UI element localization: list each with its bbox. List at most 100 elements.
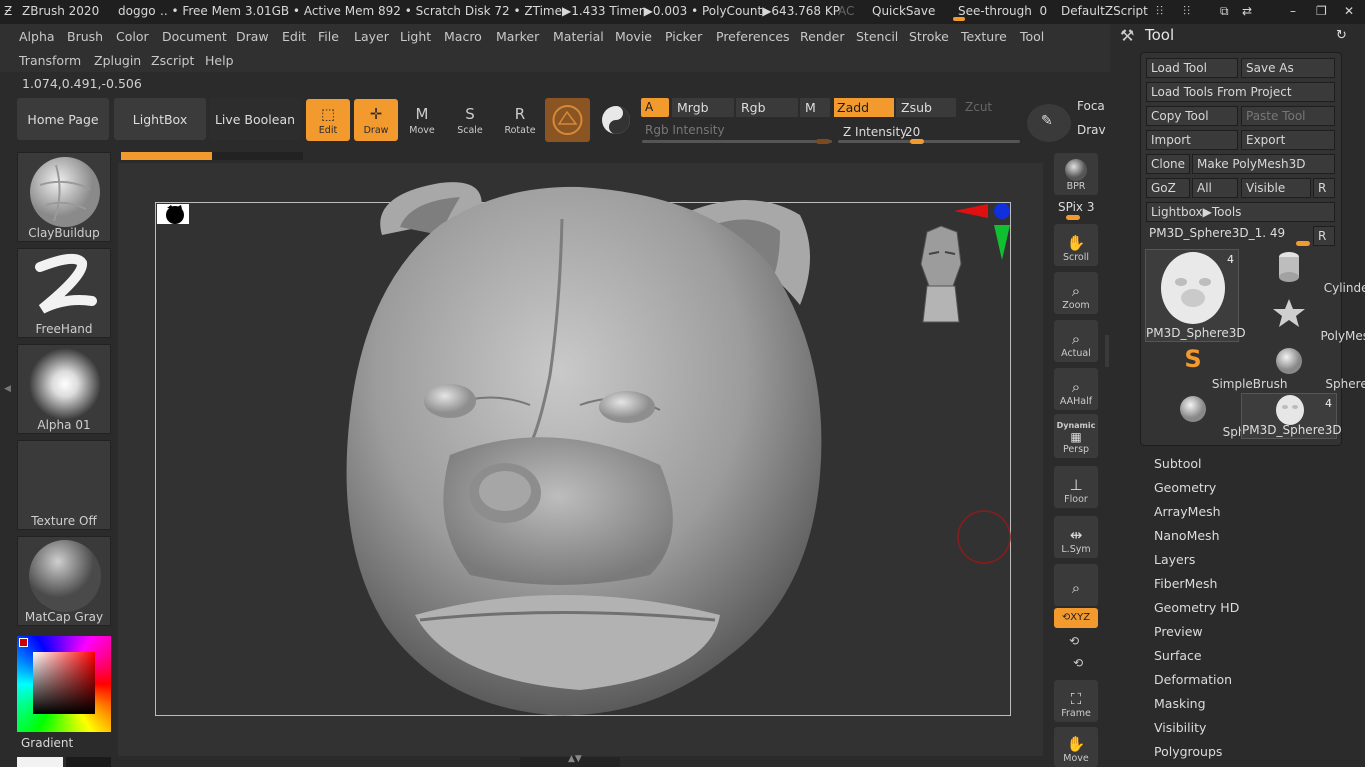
current-tool-knob[interactable] xyxy=(1296,241,1310,246)
goz-button[interactable]: GoZ xyxy=(1146,178,1190,198)
menu-transform[interactable]: Transform xyxy=(19,53,81,68)
refresh-icon[interactable]: ↻ xyxy=(1336,28,1347,43)
clone-button[interactable]: Clone xyxy=(1146,154,1190,174)
home-page-button[interactable]: Home Page xyxy=(17,98,109,140)
move-view-button[interactable]: ✋ Move xyxy=(1054,727,1098,767)
primary-color-swatch[interactable] xyxy=(19,638,28,647)
saturation-square[interactable] xyxy=(33,652,95,714)
menu-material[interactable]: Material xyxy=(553,29,604,44)
frame-button[interactable]: ⛶ Frame xyxy=(1054,680,1098,722)
bottom-tray-handle[interactable]: ▲▼ xyxy=(520,754,620,767)
z-intensity-knob[interactable] xyxy=(910,139,924,144)
texture-slot[interactable]: Texture Off xyxy=(17,440,111,530)
scroll-button[interactable]: ✋ Scroll xyxy=(1054,224,1098,266)
subpalette-subtool[interactable]: Subtool xyxy=(1154,456,1201,471)
lightbox-button[interactable]: LightBox xyxy=(114,98,206,140)
zcut-button[interactable]: Zcut xyxy=(960,98,1018,117)
subpalette-surface[interactable]: Surface xyxy=(1154,648,1202,663)
stroke-slot[interactable]: FreeHand xyxy=(17,248,111,338)
subpalette-fibermesh[interactable]: FiberMesh xyxy=(1154,576,1217,591)
see-through-knob[interactable] xyxy=(953,17,965,21)
menu-edit[interactable]: Edit xyxy=(282,29,306,44)
aahalf-button[interactable]: ⌕ AAHalf xyxy=(1054,368,1098,410)
goz-visible-button[interactable]: Visible xyxy=(1241,178,1311,198)
lsym-button[interactable]: ⇹ L.Sym xyxy=(1054,516,1098,558)
menu-movie[interactable]: Movie xyxy=(615,29,652,44)
scale-button[interactable]: S Scale xyxy=(448,99,492,141)
copy-tool-button[interactable]: Copy Tool xyxy=(1146,106,1238,126)
y-rotate-icon[interactable]: ⟲ xyxy=(1069,634,1079,648)
make-polymesh3d-button[interactable]: Make PolyMesh3D xyxy=(1192,154,1335,174)
color-picker[interactable] xyxy=(17,636,111,732)
import-button[interactable]: Import xyxy=(1146,130,1238,150)
persp-button[interactable]: Dynamic ▦ Persp xyxy=(1054,414,1098,458)
tool-thumb-sphere3d[interactable]: Sphere3D xyxy=(1241,345,1365,391)
restore-icon[interactable]: ❐ xyxy=(1316,4,1327,18)
edit-button[interactable]: ⬚ Edit xyxy=(306,99,350,141)
zoom-button[interactable]: ⌕ Zoom xyxy=(1054,272,1098,314)
menu-file[interactable]: File xyxy=(318,29,339,44)
rgb-button[interactable]: Rgb xyxy=(736,98,798,117)
subpalette-visibility[interactable]: Visibility xyxy=(1154,720,1206,735)
subpalette-nanomesh[interactable]: NanoMesh xyxy=(1154,528,1220,543)
floor-button[interactable]: ⊥ Floor xyxy=(1054,466,1098,508)
rotate-button[interactable]: R Rotate xyxy=(498,99,542,141)
xyz-rotation-button[interactable]: ⟲XYZ xyxy=(1054,608,1098,628)
load-tools-from-project-button[interactable]: Load Tools From Project xyxy=(1146,82,1335,102)
menu-texture[interactable]: Texture xyxy=(961,29,1007,44)
current-tool-slider[interactable]: PM3D_Sphere3D_1. 49 xyxy=(1149,226,1285,240)
axis-gizmo-icon[interactable] xyxy=(952,200,1016,264)
subpalette-deformation[interactable]: Deformation xyxy=(1154,672,1232,687)
menu-macro[interactable]: Macro xyxy=(444,29,482,44)
menu-zscript[interactable]: Zscript xyxy=(151,53,194,68)
rgb-intensity-knob[interactable] xyxy=(816,139,830,144)
focal-shift-button[interactable]: ✎ xyxy=(1027,104,1071,142)
z-intensity-slider[interactable] xyxy=(838,140,1020,143)
subpalette-masking[interactable]: Masking xyxy=(1154,696,1206,711)
subpalette-geometry[interactable]: Geometry xyxy=(1154,480,1216,495)
layout-toggle-icon[interactable]: ⫶⫶ xyxy=(1183,4,1191,19)
see-through-slider[interactable]: See-through 0 xyxy=(958,4,1047,18)
alpha-slot[interactable]: Alpha 01 xyxy=(17,344,111,434)
subpalette-polygroups[interactable]: Polygroups xyxy=(1154,744,1222,759)
goz-all-button[interactable]: All xyxy=(1192,178,1238,198)
menu-stencil[interactable]: Stencil xyxy=(856,29,898,44)
menu-tool[interactable]: Tool xyxy=(1020,29,1044,44)
tool-r-button[interactable]: R xyxy=(1313,226,1335,246)
draw-button[interactable]: ✛ Draw xyxy=(354,99,398,141)
lock-button[interactable]: ⌕ xyxy=(1054,564,1098,606)
swap-icon[interactable]: ⇄ xyxy=(1242,4,1252,18)
material-sphere-button[interactable] xyxy=(545,98,590,142)
material-slot[interactable]: MatCap Gray xyxy=(17,536,111,626)
menu-light[interactable]: Light xyxy=(400,29,431,44)
menu-toggle-icon[interactable]: ⫶⫶ xyxy=(1156,4,1164,19)
z-rotate-icon[interactable]: ⟲ xyxy=(1073,656,1083,670)
menu-help[interactable]: Help xyxy=(205,53,234,68)
minimize-icon[interactable]: – xyxy=(1290,4,1296,18)
mrgb-button[interactable]: Mrgb xyxy=(672,98,734,117)
paste-tool-button[interactable]: Paste Tool xyxy=(1241,106,1335,126)
menu-draw[interactable]: Draw xyxy=(236,29,269,44)
menu-preferences[interactable]: Preferences xyxy=(716,29,790,44)
main-color-swatch[interactable] xyxy=(17,757,63,767)
tool-thumb-sphere3d-1[interactable]: Sphere3D_1 xyxy=(1145,393,1295,439)
goz-r-button[interactable]: R xyxy=(1313,178,1335,198)
tool-thumb-polymesh3d[interactable]: PolyMesh3D xyxy=(1241,297,1365,343)
brush-slot[interactable]: ClayBuildup xyxy=(17,152,111,242)
m-button[interactable]: M xyxy=(800,98,830,117)
menu-render[interactable]: Render xyxy=(800,29,845,44)
zadd-button[interactable]: Zadd xyxy=(834,98,894,117)
subpalette-geometry-hd[interactable]: Geometry HD xyxy=(1154,600,1239,615)
tool-thumb-pm3d-sphere3d-2[interactable]: 4 PM3D_Sphere3D xyxy=(1241,393,1342,439)
export-button[interactable]: Export xyxy=(1241,130,1335,150)
zsub-button[interactable]: Zsub xyxy=(896,98,956,117)
close-icon[interactable]: ✕ xyxy=(1344,4,1354,18)
actual-button[interactable]: ⌕ Actual xyxy=(1054,320,1098,362)
rgb-intensity-track[interactable] xyxy=(642,140,832,143)
bpr-button[interactable]: BPR xyxy=(1054,153,1098,195)
load-tool-button[interactable]: Load Tool xyxy=(1146,58,1238,78)
menu-layer[interactable]: Layer xyxy=(354,29,389,44)
right-tray-divider[interactable] xyxy=(1105,335,1109,367)
palette-icon[interactable]: ⧉ xyxy=(1220,4,1229,19)
color-mode-button[interactable] xyxy=(594,98,638,142)
